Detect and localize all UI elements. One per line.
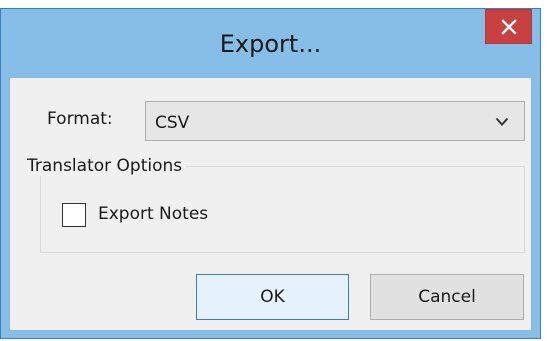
format-dropdown[interactable]: CSV <box>145 101 525 141</box>
dialog-title: Export... <box>219 30 322 58</box>
export-dialog: Export... Format: CSV Translator Options… <box>0 8 541 339</box>
close-button[interactable] <box>485 9 532 44</box>
chevron-down-icon <box>495 117 509 126</box>
format-label: Format: <box>47 109 113 129</box>
export-notes-checkbox[interactable] <box>62 203 86 227</box>
background-strip <box>0 0 548 8</box>
cancel-button[interactable]: Cancel <box>370 274 524 320</box>
close-icon <box>501 19 517 35</box>
dialog-body: Format: CSV Translator Options Export No… <box>9 77 532 331</box>
export-notes-label[interactable]: Export Notes <box>98 204 208 224</box>
format-selected-value: CSV <box>155 113 190 133</box>
translator-options-title: Translator Options <box>23 156 187 176</box>
title-bar[interactable]: Export... <box>1 9 540 77</box>
ok-button[interactable]: OK <box>196 274 349 320</box>
